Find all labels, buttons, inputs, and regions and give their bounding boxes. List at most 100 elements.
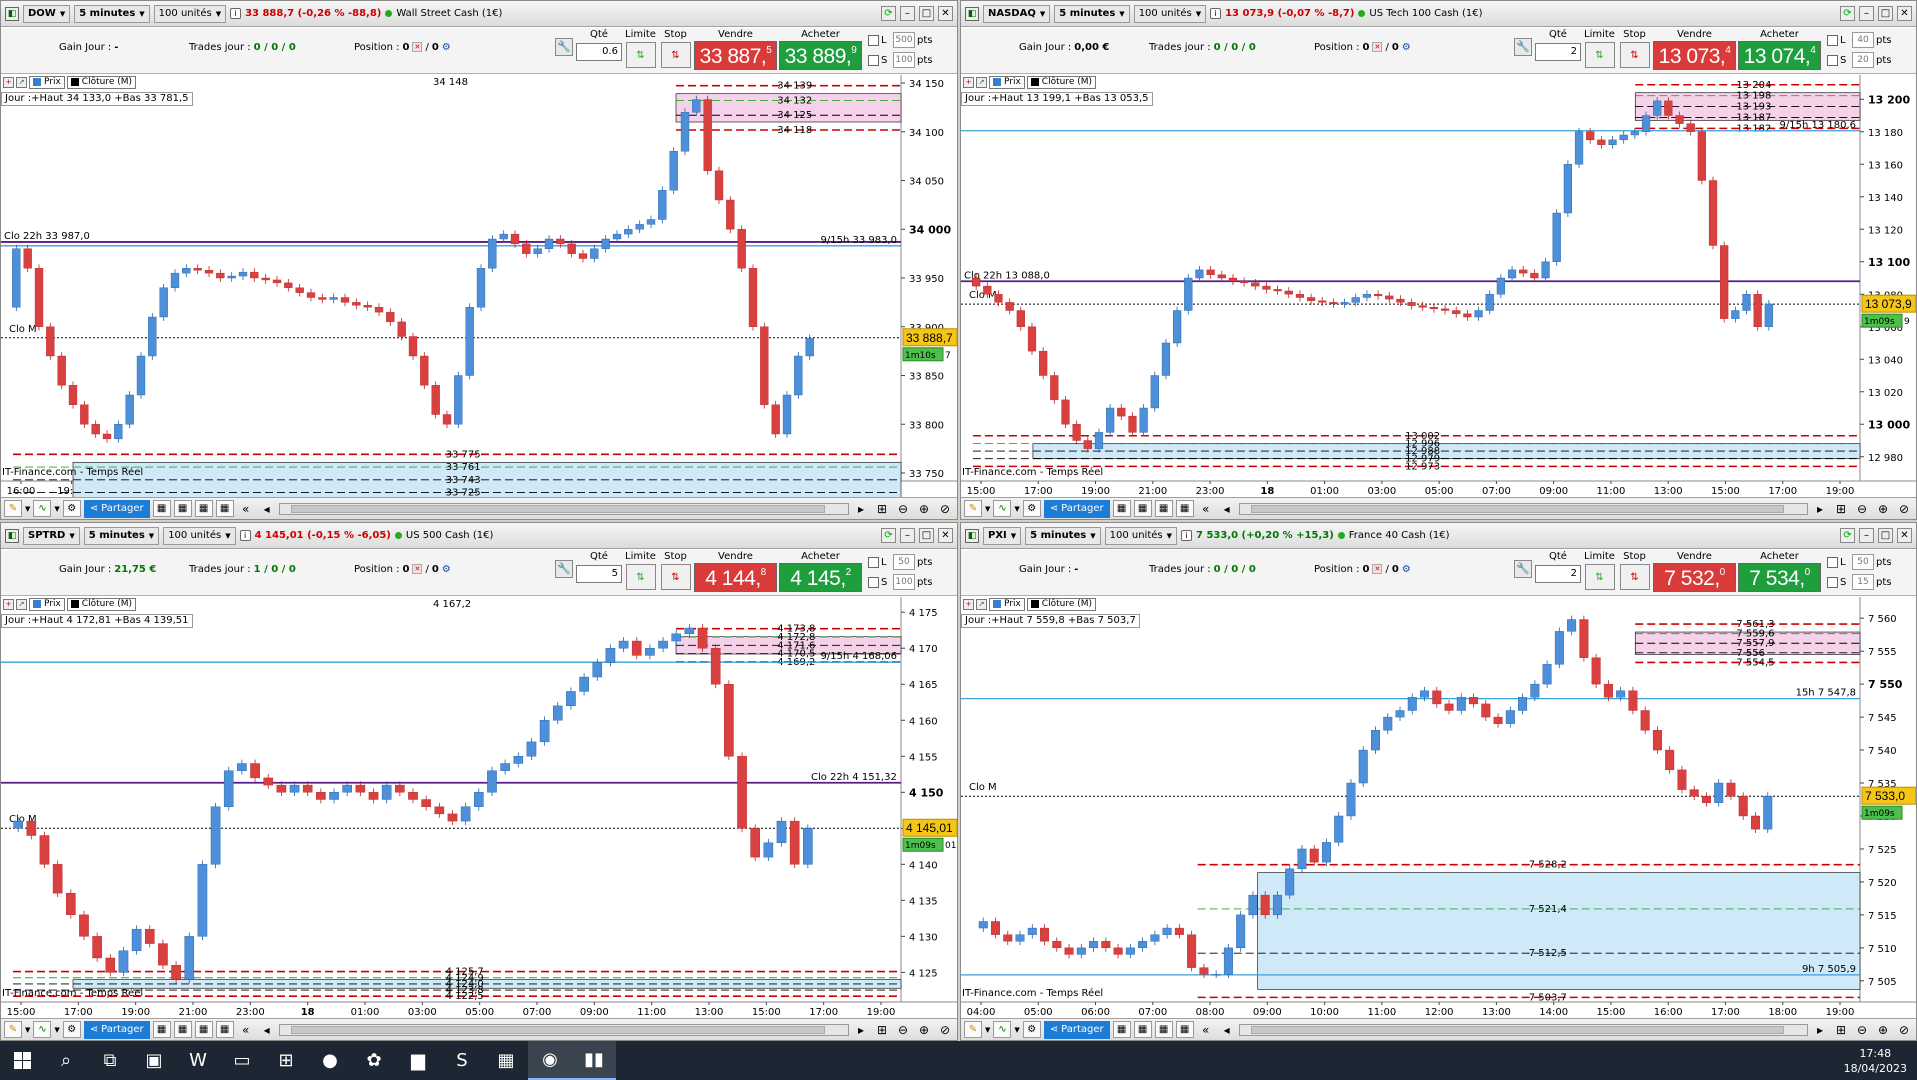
scroll-left-icon[interactable]: « <box>237 502 255 516</box>
zoom-fit-icon[interactable]: ⊞ <box>873 1023 891 1037</box>
close-icon[interactable]: ✕ <box>938 6 953 21</box>
wrench-icon[interactable]: 🔧 <box>555 38 573 56</box>
stop-pts-input[interactable]: 100 <box>893 52 915 68</box>
indicator-icon[interactable]: ∿ <box>993 500 1012 517</box>
search-icon[interactable]: ⌕ <box>44 1041 88 1080</box>
link-icon[interactable]: ▦ <box>194 500 213 517</box>
limit-pts-input[interactable]: 40 <box>1852 32 1874 48</box>
zoom-reset-icon[interactable]: ⊘ <box>936 1023 954 1037</box>
system-clock[interactable]: 17:48 18/04/2023 <box>1844 1046 1917 1076</box>
refresh-icon[interactable]: ⟳ <box>881 528 896 543</box>
word-icon[interactable]: W <box>176 1041 220 1080</box>
zoom-reset-icon[interactable]: ⊘ <box>936 502 954 516</box>
panel-menu-icon[interactable]: ◧ <box>965 528 979 543</box>
export-icon[interactable]: ▦ <box>173 1021 192 1038</box>
sell-button[interactable]: 33 887,5 <box>694 41 777 70</box>
zoom-fit-icon[interactable]: ⊞ <box>1832 1023 1850 1037</box>
stop-pts-input[interactable]: 100 <box>893 574 915 590</box>
gear-icon[interactable]: ⚙ <box>1402 42 1411 53</box>
buy-button[interactable]: 4 145,2 <box>779 563 862 592</box>
price-chart[interactable]: 34 150 34 100 34 050 34 000 33 950 33 900 33 8… <box>1 75 957 497</box>
timeframe-dropdown[interactable]: 5 minutes ▼ <box>1054 4 1130 23</box>
chevron-down-icon[interactable]: ▼ <box>985 505 990 513</box>
close-position-icon[interactable]: ✕ <box>412 564 423 574</box>
limit-checkbox[interactable] <box>1827 556 1838 568</box>
ticker-dropdown[interactable]: DOW ▼ <box>23 4 71 23</box>
chevron-down-icon[interactable]: ▼ <box>985 1026 990 1034</box>
gear-icon[interactable]: ⚙ <box>1402 564 1411 575</box>
shop-icon[interactable]: ⊞ <box>264 1041 308 1080</box>
drawing-tools-icon[interactable]: ✎ <box>964 1021 982 1038</box>
chart-style-icon[interactable]: ↗ <box>976 76 987 88</box>
timeframe-dropdown[interactable]: 5 minutes ▼ <box>83 526 160 545</box>
zoom-reset-icon[interactable]: ⊘ <box>1895 1023 1913 1037</box>
paint-icon[interactable]: ✿ <box>352 1041 396 1080</box>
sell-button[interactable]: 4 144,8 <box>694 563 777 592</box>
chart-scrollbar[interactable] <box>278 1023 849 1036</box>
stop-checkbox[interactable] <box>1827 54 1838 66</box>
ticker-dropdown[interactable]: SPTRD ▼ <box>23 526 80 545</box>
quantity-input[interactable]: 2 <box>1535 565 1581 583</box>
refresh-icon[interactable]: ⟳ <box>1840 6 1855 21</box>
zoom-in-icon[interactable]: ⊕ <box>915 502 933 516</box>
add-indicator-icon[interactable]: + <box>3 598 14 610</box>
zoom-in-icon[interactable]: ⊕ <box>1874 502 1892 516</box>
wrench-icon[interactable]: 🔧 <box>1514 38 1532 56</box>
wrench-icon[interactable]: 🔧 <box>555 560 573 578</box>
settings-icon[interactable]: ⚙ <box>1022 500 1041 517</box>
alert-icon[interactable]: ▦ <box>1112 1021 1131 1038</box>
units-dropdown[interactable]: 100 unités ▼ <box>153 4 227 23</box>
limit-pts-input[interactable]: 500 <box>893 32 915 48</box>
scroll-left-icon[interactable]: « <box>1197 1023 1215 1037</box>
limit-pts-input[interactable]: 50 <box>1852 554 1874 570</box>
panel-menu-icon[interactable]: ◧ <box>965 6 979 21</box>
settings-icon[interactable]: ⚙ <box>62 500 81 517</box>
ticker-dropdown[interactable]: NASDAQ ▼ <box>983 4 1051 23</box>
indicator-icon[interactable]: ∿ <box>33 500 52 517</box>
stop-checkbox[interactable] <box>868 54 879 66</box>
maximize-icon[interactable]: □ <box>1878 6 1893 21</box>
info-icon[interactable]: i <box>239 530 251 541</box>
maximize-icon[interactable]: □ <box>1878 528 1893 543</box>
drawing-tools-icon[interactable]: ✎ <box>4 1021 22 1038</box>
stop-order-icon[interactable]: ⇅ <box>660 564 691 590</box>
quantity-input[interactable]: 0.6 <box>576 43 622 61</box>
zoom-fit-icon[interactable]: ⊞ <box>1832 502 1850 516</box>
quantity-input[interactable]: 2 <box>1535 43 1581 61</box>
step-left-icon[interactable]: ◂ <box>1218 1023 1236 1037</box>
share-button[interactable]: ⋖ Partager <box>83 1020 150 1039</box>
scrollbar-thumb[interactable] <box>291 504 826 513</box>
scrollbar-thumb[interactable] <box>1251 504 1785 513</box>
ticker-dropdown[interactable]: PXI ▼ <box>983 526 1022 545</box>
export-icon[interactable]: ▦ <box>1133 1021 1152 1038</box>
step-right-icon[interactable]: ▸ <box>1811 502 1829 516</box>
info-icon[interactable]: i <box>1181 530 1192 541</box>
compare-icon[interactable]: ▦ <box>215 1021 234 1038</box>
export-icon[interactable]: ▦ <box>1133 500 1152 517</box>
units-dropdown[interactable]: 100 unités ▼ <box>1133 4 1207 23</box>
limit-order-icon[interactable]: ⇅ <box>625 42 656 68</box>
minimize-icon[interactable]: – <box>900 528 915 543</box>
drawing-tools-icon[interactable]: ✎ <box>4 500 22 517</box>
price-chart[interactable]: 4 1754 1704 1654 1604 1554 1504 1454 140… <box>1 597 957 1018</box>
panel-menu-icon[interactable]: ◧ <box>5 6 19 21</box>
units-dropdown[interactable]: 100 unités ▼ <box>1104 526 1177 545</box>
close-position-icon[interactable]: ✕ <box>1372 564 1383 574</box>
sell-button[interactable]: 7 532,0 <box>1653 563 1736 592</box>
units-dropdown[interactable]: 100 unités ▼ <box>163 526 236 545</box>
close-icon[interactable]: ✕ <box>938 528 953 543</box>
limit-order-icon[interactable]: ⇅ <box>1584 564 1615 590</box>
price-legend[interactable]: Prix <box>989 75 1025 89</box>
info-icon[interactable]: i <box>230 8 242 19</box>
zoom-in-icon[interactable]: ⊕ <box>915 1023 933 1037</box>
spotify-icon[interactable]: ● <box>308 1041 352 1080</box>
minimize-icon[interactable]: – <box>1859 6 1874 21</box>
trading-app-icon[interactable]: ▮▮ <box>572 1041 616 1080</box>
limit-order-icon[interactable]: ⇅ <box>1584 42 1615 68</box>
limit-order-icon[interactable]: ⇅ <box>625 564 656 590</box>
zoom-out-icon[interactable]: ⊖ <box>1853 502 1871 516</box>
scroll-left-icon[interactable]: « <box>237 1023 255 1037</box>
settings-icon[interactable]: ⚙ <box>62 1021 81 1038</box>
close-legend[interactable]: Clôture (M) <box>66 597 137 611</box>
stop-pts-input[interactable]: 15 <box>1852 574 1874 590</box>
